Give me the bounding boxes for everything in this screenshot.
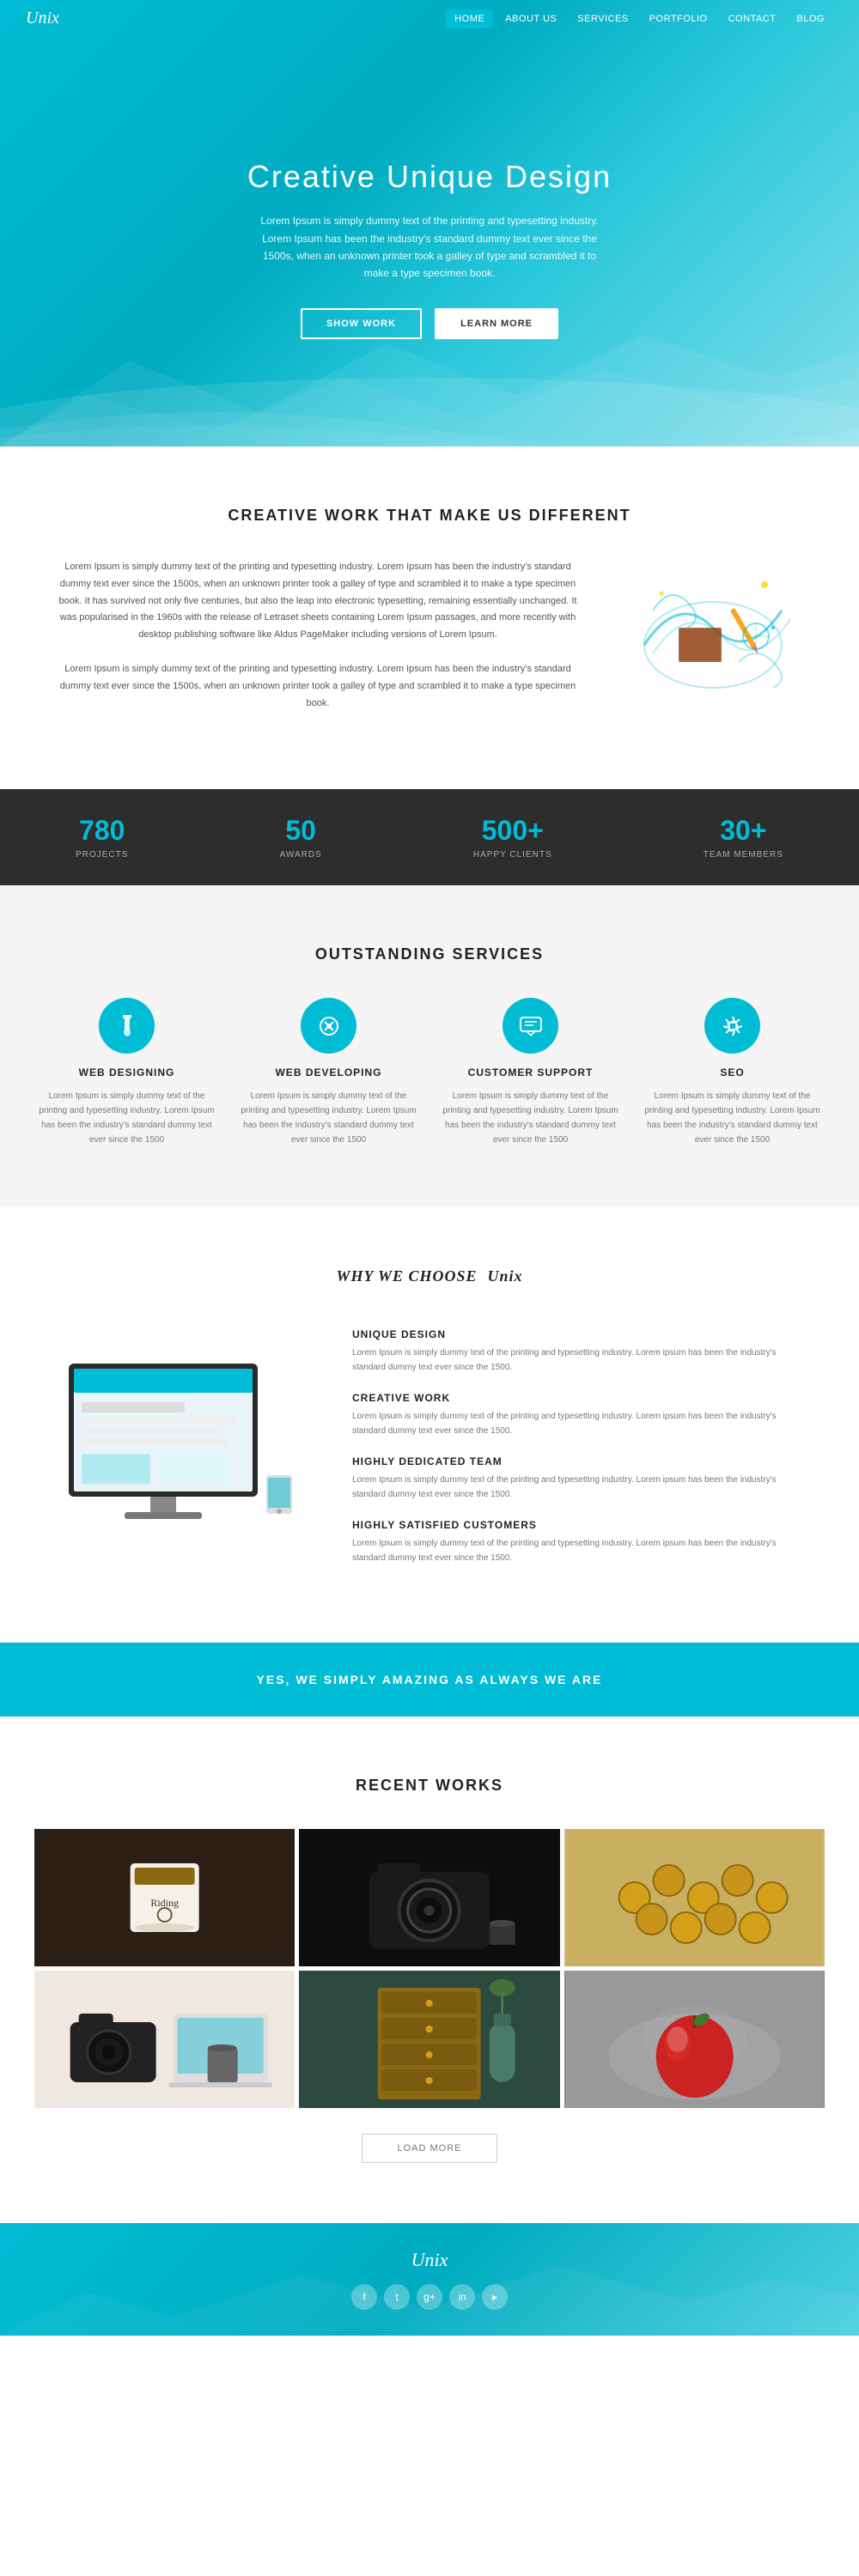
feature-satisfied-customers-desc: Lorem Ipsum is simply dummy text of the …: [352, 1536, 807, 1565]
stat-clients: 500+ HAPPY CLIENTS: [473, 815, 552, 860]
chat-icon: [518, 1013, 544, 1039]
why-features: UNIQUE DESIGN Lorem Ipsum is simply dumm…: [352, 1328, 807, 1583]
paintbrush-icon: [114, 1013, 140, 1039]
stat-awards-number: 50: [280, 815, 322, 847]
creative-para1: Lorem Ipsum is simply dummy text of the …: [52, 559, 584, 644]
services-section: OUTSTANDING SERVICES WEB DESIGNING Lorem…: [0, 885, 859, 1207]
service-web-dev: WEB DEVELOPING Lorem Ipsum is simply dum…: [236, 998, 421, 1147]
service-web-design-desc: Lorem Ipsum is simply dummy text of the …: [34, 1089, 219, 1147]
work-item-2[interactable]: [299, 1829, 559, 1966]
stat-awards: 50 AWARDS: [280, 815, 322, 860]
work-6-illustration: [564, 1971, 825, 2108]
nav-home[interactable]: HOME: [446, 9, 493, 28]
service-web-design-title: WEB DESIGNING: [34, 1066, 219, 1078]
nav-services[interactable]: SERVICES: [569, 9, 637, 28]
hero-description: Lorem Ipsum is simply dummy text of the …: [249, 212, 610, 283]
service-seo: SEO Lorem Ipsum is simply dummy text of …: [640, 998, 825, 1147]
service-support: CUSTOMER SUPPORT Lorem Ipsum is simply d…: [438, 998, 623, 1147]
service-seo-icon: [704, 998, 760, 1054]
stat-projects-label: PROJECTS: [76, 850, 128, 860]
navbar: Unix HOME ABOUT US SERVICES PORTFOLIO CO…: [0, 0, 859, 37]
work-item-4[interactable]: [34, 1971, 295, 2108]
navbar-links: HOME ABOUT US SERVICES PORTFOLIO CONTACT…: [446, 9, 833, 28]
gear-icon: [720, 1013, 746, 1039]
stat-members-number: 30+: [704, 815, 783, 847]
stat-members-label: TEAM MEMBERS: [704, 850, 783, 860]
service-support-desc: Lorem Ipsum is simply dummy text of the …: [438, 1089, 623, 1147]
creative-para2: Lorem Ipsum is simply dummy text of the …: [52, 661, 584, 712]
work-item-6[interactable]: [564, 1971, 825, 2108]
service-seo-desc: Lorem Ipsum is simply dummy text of the …: [640, 1089, 825, 1147]
stat-clients-label: HAPPY CLIENTS: [473, 850, 552, 860]
nav-portfolio[interactable]: PORTFOLIO: [641, 9, 716, 28]
feature-unique-design: UNIQUE DESIGN Lorem Ipsum is simply dumm…: [352, 1328, 807, 1375]
wrench-icon: [316, 1013, 342, 1039]
cta-banner: YES, WE SIMPLY AMAZING AS ALWAYS WE ARE: [0, 1643, 859, 1716]
work-4-illustration: [34, 1971, 295, 2108]
hero-title: Creative Unique Design: [247, 159, 612, 195]
why-content: UNIQUE DESIGN Lorem Ipsum is simply dumm…: [52, 1328, 807, 1583]
nav-blog[interactable]: BLOG: [788, 9, 833, 28]
feature-dedicated-team-desc: Lorem Ipsum is simply dummy text of the …: [352, 1473, 807, 1502]
stat-projects: 780 PROJECTS: [76, 815, 128, 860]
footer-mountains: [0, 2249, 859, 2335]
feature-satisfied-customers-title: HIGHLY SATISFIED CUSTOMERS: [352, 1519, 807, 1531]
services-grid: WEB DESIGNING Lorem Ipsum is simply dumm…: [34, 998, 825, 1147]
hero-mountains-svg: [0, 292, 859, 447]
hero-section: Creative Unique Design Lorem Ipsum is si…: [0, 0, 859, 447]
feature-creative-work-title: CREATIVE WORK: [352, 1392, 807, 1404]
stat-projects-number: 780: [76, 815, 128, 847]
service-seo-title: SEO: [640, 1066, 825, 1078]
service-web-design: WEB DESIGNING Lorem Ipsum is simply dumm…: [34, 998, 219, 1147]
stat-members: 30+ TEAM MEMBERS: [704, 815, 783, 860]
service-web-design-icon: [99, 998, 155, 1054]
work-1-illustration: Riding: [34, 1829, 295, 1966]
stat-awards-label: AWARDS: [280, 850, 322, 860]
creative-title: CREATIVE WORK THAT MAKE US DIFFERENT: [52, 507, 807, 525]
why-title-text: WHY WE CHOOSE: [336, 1267, 477, 1285]
creative-image: [618, 559, 807, 696]
stat-clients-number: 500+: [473, 815, 552, 847]
service-web-dev-title: WEB DEVELOPING: [236, 1066, 421, 1078]
nav-contact[interactable]: CONTACT: [720, 9, 785, 28]
stats-bar: 780 PROJECTS 50 AWARDS 500+ HAPPY CLIENT…: [0, 789, 859, 885]
creative-section: CREATIVE WORK THAT MAKE US DIFFERENT Lor…: [0, 447, 859, 789]
why-brand: Unix: [488, 1267, 523, 1285]
work-2-illustration: [299, 1829, 559, 1966]
feature-unique-design-title: UNIQUE DESIGN: [352, 1328, 807, 1340]
feature-dedicated-team-title: HIGHLY DEDICATED TEAM: [352, 1455, 807, 1467]
work-3-illustration: [564, 1829, 825, 1966]
why-section: WHY WE CHOOSE Unix: [0, 1207, 859, 1643]
creative-illustration: [627, 559, 799, 696]
work-item-1[interactable]: Riding: [34, 1829, 295, 1966]
services-title: OUTSTANDING SERVICES: [34, 945, 825, 963]
feature-creative-work: CREATIVE WORK Lorem Ipsum is simply dumm…: [352, 1392, 807, 1438]
service-web-dev-icon: [301, 998, 356, 1054]
svg-text:Riding: Riding: [150, 1897, 179, 1909]
works-grid: Riding: [34, 1829, 825, 2108]
service-support-title: CUSTOMER SUPPORT: [438, 1066, 623, 1078]
feature-unique-design-desc: Lorem Ipsum is simply dummy text of the …: [352, 1346, 807, 1375]
navbar-logo: Unix: [26, 9, 59, 28]
feature-creative-work-desc: Lorem Ipsum is simply dummy text of the …: [352, 1409, 807, 1438]
why-image: [52, 1355, 309, 1557]
feature-satisfied-customers: HIGHLY SATISFIED CUSTOMERS Lorem Ipsum i…: [352, 1519, 807, 1565]
creative-content: Lorem Ipsum is simply dummy text of the …: [52, 559, 807, 729]
footer: Unix f t g+ in ▸: [0, 2223, 859, 2336]
feature-dedicated-team: HIGHLY DEDICATED TEAM Lorem Ipsum is sim…: [352, 1455, 807, 1502]
works-title: RECENT WORKS: [34, 1777, 825, 1795]
works-section: RECENT WORKS Riding: [0, 1716, 859, 2223]
creative-text: Lorem Ipsum is simply dummy text of the …: [52, 559, 584, 729]
work-item-3[interactable]: [564, 1829, 825, 1966]
nav-about[interactable]: ABOUT US: [497, 9, 565, 28]
service-support-icon: [503, 998, 558, 1054]
work-item-5[interactable]: [299, 1971, 559, 2108]
why-title: WHY WE CHOOSE Unix: [52, 1267, 807, 1285]
load-more-button[interactable]: LOAD MORE: [362, 2134, 497, 2163]
monitor-illustration: [52, 1355, 301, 1552]
work-5-illustration: [299, 1971, 559, 2108]
service-web-dev-desc: Lorem Ipsum is simply dummy text of the …: [236, 1089, 421, 1147]
cta-text: YES, WE SIMPLY AMAZING AS ALWAYS WE ARE: [30, 1673, 829, 1686]
